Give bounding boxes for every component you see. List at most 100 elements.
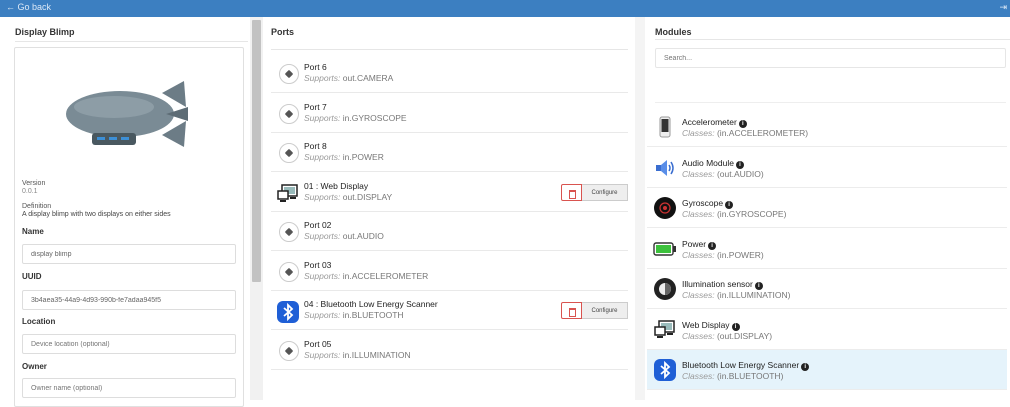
module-classes: Classes: (in.BLUETOOTH) xyxy=(682,371,784,381)
port-row[interactable]: Port 05 Supports: in.ILLUMINATION xyxy=(271,331,628,370)
info-icon[interactable]: i xyxy=(754,282,763,290)
bluetooth-icon xyxy=(276,300,300,323)
definition-value: A display blimp with two displays on eit… xyxy=(22,211,171,218)
module-classes: Classes: (in.ACCELEROMETER) xyxy=(682,128,809,138)
port-supports: Supports: in.POWER xyxy=(304,152,384,162)
divider xyxy=(15,41,248,42)
module-name: Audio Module i xyxy=(682,158,744,169)
port-row[interactable]: Port 6 Supports: out.CAMERA xyxy=(271,54,628,93)
module-classes: Classes: (out.AUDIO) xyxy=(682,168,764,179)
battery-icon xyxy=(653,237,677,261)
module-classes: Classes: (in.GYROSCOPE) xyxy=(682,209,787,219)
module-item[interactable]: Illumination sensor i Classes: (in.ILLUMIN… xyxy=(647,269,1007,309)
module-name: Accelerometer i xyxy=(682,117,747,128)
delete-button[interactable] xyxy=(561,302,582,319)
module-item[interactable]: Accelerometer i Classes: (in.ACCELEROMETER… xyxy=(647,107,1007,147)
info-icon[interactable]: i xyxy=(725,201,734,209)
left-scrollbar-thumb[interactable] xyxy=(252,20,261,282)
device-panel: Display Blimp Version 0.0.1 Definition A… xyxy=(0,17,250,407)
web-display-icon xyxy=(276,182,300,204)
divider xyxy=(271,49,628,50)
speaker-icon xyxy=(653,156,677,180)
port-row[interactable]: Port 8 Supports: in.POWER xyxy=(271,133,628,172)
port-name: Port 7 xyxy=(304,101,327,112)
owner-label: Owner xyxy=(22,362,47,371)
module-name: Gyroscope i xyxy=(682,198,734,209)
cube-icon xyxy=(279,261,299,282)
blimp-image xyxy=(66,81,188,147)
module-item[interactable]: Audio Module i Classes: (out.AUDIO) xyxy=(647,147,1007,188)
location-input[interactable] xyxy=(22,334,236,354)
ports-title: Ports xyxy=(271,27,295,37)
configure-button[interactable]: Configure xyxy=(582,302,628,319)
uuid-label: UUID xyxy=(22,272,42,281)
configure-button[interactable]: Configure xyxy=(582,183,628,201)
exit-icon[interactable]: ⇥ xyxy=(999,2,1007,13)
module-search-input[interactable] xyxy=(655,48,1006,68)
gyroscope-icon xyxy=(653,196,677,220)
name-label: Name xyxy=(22,227,44,236)
go-back-link[interactable]: ← Go back xyxy=(6,2,51,12)
module-item[interactable]: Bluetooth Low Energy Scanner i Classes: (i… xyxy=(647,350,1007,390)
version-label: Version xyxy=(22,180,46,187)
module-name: Power i xyxy=(682,239,717,250)
uuid-input[interactable] xyxy=(22,290,236,310)
info-icon[interactable]: i xyxy=(738,120,747,128)
delete-button[interactable] xyxy=(561,183,582,201)
port-supports: Supports: in.GYROSCOPE xyxy=(304,112,407,123)
modules-panel: Modules AccelerometeriClasses: (in.ACCEL… xyxy=(645,17,1010,400)
ports-panel: Ports Port 6 Supports: out.CAMERA Port 7 Su… xyxy=(263,17,635,400)
owner-input[interactable] xyxy=(22,378,236,398)
info-icon[interactable]: i xyxy=(801,363,810,371)
bluetooth-icon xyxy=(653,358,677,382)
module-classes: Classes: (out.DISPLAY) xyxy=(682,330,773,341)
info-icon[interactable]: i xyxy=(735,160,744,169)
cube-icon xyxy=(279,222,299,242)
port-row[interactable]: 01 : Web Display Supports: out.DISPLAY Con… xyxy=(271,173,628,212)
cube-icon xyxy=(279,64,299,84)
cube-icon xyxy=(279,103,299,124)
middle-scrollbar[interactable] xyxy=(635,17,645,400)
module-classes: Classes: (in.POWER) xyxy=(682,249,764,260)
module-item[interactable]: Web Display i Classes: (out.DISPLAY) xyxy=(647,309,1007,350)
location-label: Location xyxy=(22,317,56,326)
device-title: Display Blimp xyxy=(15,27,75,37)
module-item[interactable]: Power i Classes: (in.POWER) xyxy=(647,228,1007,269)
port-row[interactable]: Port 7 Supports: in.GYROSCOPE xyxy=(271,94,628,133)
port-supports: Supports: in.BLUETOOTH xyxy=(304,310,404,320)
module-name: Illumination sensor i xyxy=(682,279,763,290)
info-icon[interactable]: i xyxy=(708,241,717,250)
port-row[interactable]: 04 : Bluetooth Low Energy Scanner Support… xyxy=(271,291,628,330)
module-name: Bluetooth Low Energy Scanner i xyxy=(682,360,810,371)
port-supports: Supports: in.ILLUMINATION xyxy=(304,349,411,360)
definition-label: Definition xyxy=(22,203,52,210)
info-icon[interactable]: i xyxy=(731,322,740,331)
port-row[interactable]: Port 02 Supports: out.AUDIO xyxy=(271,212,628,251)
port-name: Port 05 xyxy=(304,338,332,349)
name-input[interactable] xyxy=(22,244,236,264)
port-name: Port 6 xyxy=(304,62,327,72)
port-name: Port 03 xyxy=(304,259,332,270)
cube-icon xyxy=(279,340,299,361)
port-name: 01 : Web Display xyxy=(304,180,369,191)
search-area xyxy=(655,68,1006,103)
version-value: 0.0.1 xyxy=(22,188,38,195)
module-name: Web Display i xyxy=(682,320,740,331)
port-supports: Supports: out.CAMERA xyxy=(304,73,394,83)
port-name: Port 02 xyxy=(304,220,332,230)
port-row[interactable]: Port 03 Supports: in.ACCELEROMETER xyxy=(271,252,628,291)
module-item[interactable]: Gyroscope i Classes: (in.GYROSCOPE) xyxy=(647,188,1007,228)
phone-icon xyxy=(653,115,677,139)
divider xyxy=(655,39,1010,40)
cube-icon xyxy=(279,143,299,163)
port-supports: Supports: in.ACCELEROMETER xyxy=(304,270,429,281)
port-supports: Supports: out.DISPLAY xyxy=(304,191,393,202)
modules-title: Modules xyxy=(655,27,692,37)
module-classes: Classes: (in.ILLUMINATION) xyxy=(682,290,791,300)
web-display-icon xyxy=(653,318,677,342)
port-supports: Supports: out.AUDIO xyxy=(304,231,384,241)
top-bar: ← Go back ⇥ xyxy=(0,0,1010,17)
port-name: Port 8 xyxy=(304,141,327,151)
port-name: 04 : Bluetooth Low Energy Scanner xyxy=(304,299,438,309)
light-sensor-icon xyxy=(653,277,677,301)
